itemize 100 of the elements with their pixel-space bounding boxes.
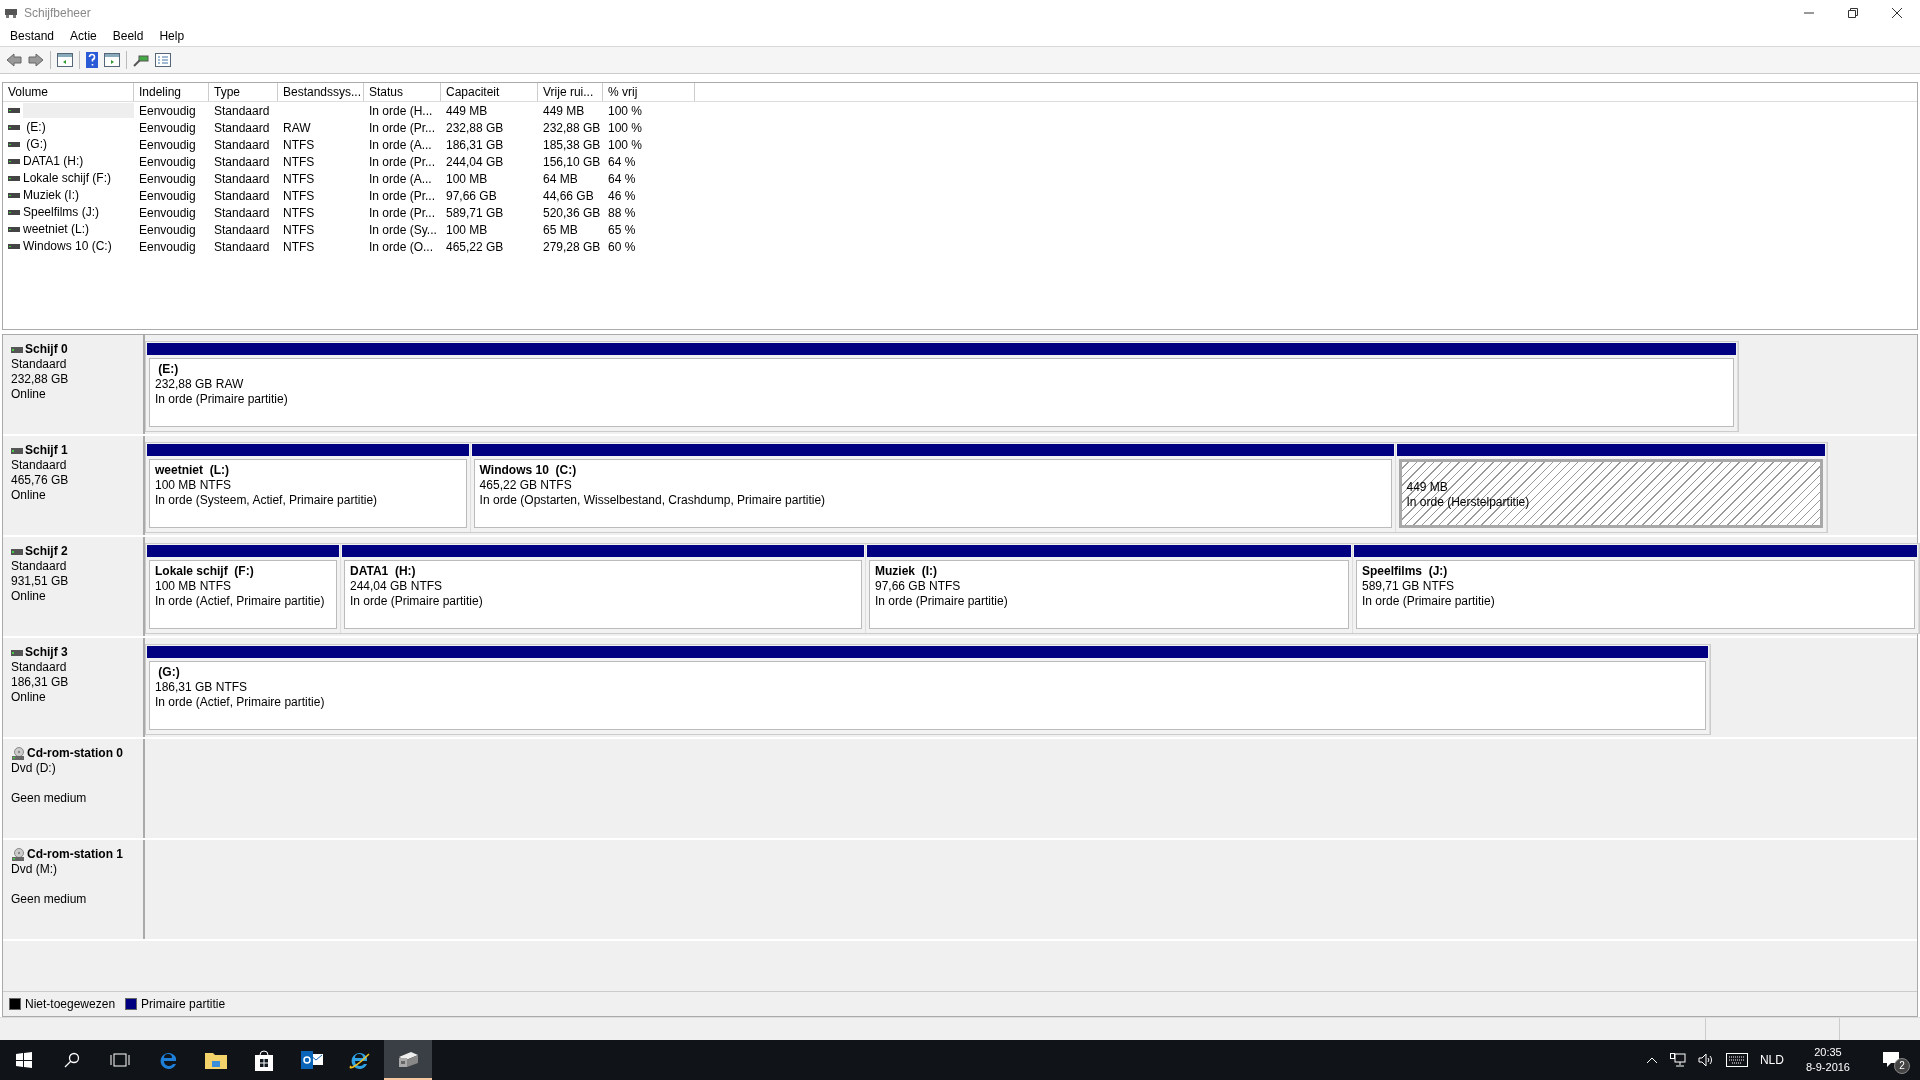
column-header[interactable]: Type	[209, 83, 278, 101]
column-header[interactable]: % vrij	[603, 83, 695, 101]
partition-size: 589,71 GB NTFS	[1362, 579, 1456, 594]
partition-block[interactable]: Speelfilms (J:) 589,71 GB NTFS In orde (Primaire partitie)	[1353, 544, 1919, 633]
disk-info: 232,88 GB	[11, 372, 70, 387]
partition-size: 97,66 GB NTFS	[875, 579, 962, 594]
help-icon[interactable]	[86, 52, 98, 68]
browser-e-icon[interactable]	[158, 1050, 178, 1070]
table-cell: NTFS	[283, 239, 315, 254]
partition-block[interactable]: (E:) 232,88 GB RAW In orde (Primaire partitie)	[146, 342, 1738, 431]
search-icon[interactable]	[64, 1052, 80, 1068]
disk-label-panel[interactable]: Schijf 0 Standaard 232,88 GB Online	[3, 335, 144, 434]
partition-status: In orde (Primaire partitie)	[350, 594, 484, 609]
drive-icon	[8, 159, 20, 164]
forward-arrow-icon[interactable]	[28, 53, 44, 67]
partition-block[interactable]: (G:) 186,31 GB NTFS In orde (Actief, Primaire partitie)	[146, 645, 1710, 734]
partition-name: Speelfilms (J:)	[1362, 564, 1449, 579]
partition-size: 465,22 GB NTFS	[479, 478, 573, 493]
partition-block[interactable]: weetniet (L:) 100 MB NTFS In orde (Systeem, Actief, Primaire partitie)	[146, 443, 471, 532]
volume-name[interactable]: Lokale schijf (F:)	[23, 171, 134, 186]
table-cell: Standaard	[214, 222, 270, 237]
disk-label-panel[interactable]: Cd-rom-station 0 Dvd (D:) Geen medium	[3, 739, 144, 838]
back-arrow-icon[interactable]	[6, 53, 22, 67]
partition-name: Lokale schijf (F:)	[155, 564, 255, 579]
table-cell: In orde (Pr...	[369, 188, 436, 203]
disk-info: Standaard	[11, 357, 68, 372]
table-cell: Eenvoudig	[139, 137, 196, 152]
volume-name[interactable]: Muziek (I:)	[23, 188, 134, 203]
volume-name[interactable]: weetniet (L:)	[23, 222, 134, 237]
menu-item[interactable]: Help	[151, 29, 193, 43]
menu-item[interactable]: Actie	[62, 29, 105, 43]
windows-logo-icon[interactable]	[16, 1052, 32, 1068]
shopping-bag-icon[interactable]	[254, 1049, 274, 1071]
close-icon[interactable]	[1892, 8, 1902, 18]
panel-icon[interactable]	[104, 53, 120, 67]
disk-name: Schijf 0	[25, 342, 68, 357]
notification-icon[interactable]	[1882, 1051, 1900, 1069]
partition-block[interactable]: DATA1 (H:) 244,04 GB NTFS In orde (Primaire partitie)	[341, 544, 866, 633]
partition-status: In orde (Herstelpartitie)	[1406, 495, 1531, 510]
table-cell: 449 MB	[446, 103, 488, 118]
browser-e-icon[interactable]	[349, 1050, 371, 1070]
checklist-icon[interactable]	[155, 53, 171, 67]
menu-item[interactable]: Bestand	[2, 29, 63, 43]
table-cell: In orde (Sy...	[369, 222, 437, 237]
restore-icon[interactable]	[1848, 8, 1858, 18]
column-header[interactable]: Vrije rui...	[538, 83, 603, 101]
disk-drive-icon[interactable]	[397, 1050, 419, 1068]
task-view-icon[interactable]	[110, 1053, 130, 1067]
disk-label-panel[interactable]: Cd-rom-station 1 Dvd (M:) Geen medium	[3, 840, 144, 939]
table-cell: 244,04 GB	[446, 154, 504, 169]
partition-size: 449 MB	[1406, 480, 1449, 495]
media-status: Geen medium	[11, 791, 88, 806]
disk-label-panel[interactable]: Schijf 3 Standaard 186,31 GB Online	[3, 638, 144, 737]
keyboard-icon[interactable]	[1725, 1053, 1748, 1067]
clock[interactable]: 20:35 8-9-2016	[1805, 1045, 1850, 1075]
table-cell: 100 %	[608, 103, 643, 118]
drive-icon	[8, 142, 20, 147]
language-indicator[interactable]: NLD	[1759, 1053, 1784, 1067]
panel-icon[interactable]	[57, 53, 73, 67]
drive-icon	[8, 227, 20, 232]
volume-name[interactable]: (G:)	[23, 137, 134, 152]
folder-icon[interactable]	[205, 1051, 227, 1069]
table-cell: Standaard	[214, 239, 270, 254]
disk-icon	[4, 7, 18, 19]
menu-item[interactable]: Beeld	[104, 29, 152, 43]
partition-status: In orde (Systeem, Actief, Primaire partitie)	[155, 493, 379, 508]
window-title: Schijfbeheer	[24, 6, 91, 20]
volume-name[interactable]: DATA1 (H:)	[23, 154, 134, 169]
disk-label-panel[interactable]: Schijf 2 Standaard 931,51 GB Online	[3, 537, 144, 636]
table-cell: 46 %	[608, 188, 636, 203]
mail-icon[interactable]	[301, 1050, 323, 1070]
notification-count: 2	[1894, 1058, 1910, 1074]
column-header[interactable]: Volume	[3, 83, 134, 101]
disk-label-panel[interactable]: Schijf 1 Standaard 465,76 GB Online	[3, 436, 144, 535]
table-cell: 64 %	[608, 154, 636, 169]
partition-block[interactable]: Lokale schijf (F:) 100 MB NTFS In orde (Actief, Primaire partitie)	[146, 544, 341, 633]
partition-status: In orde (Actief, Primaire partitie)	[155, 594, 326, 609]
partition-block[interactable]: Muziek (I:) 97,66 GB NTFS In orde (Primaire partitie)	[866, 544, 1353, 633]
chevron-up-icon[interactable]	[1645, 1056, 1658, 1064]
table-cell: NTFS	[283, 171, 315, 186]
partition-block[interactable]: Windows 10 (C:) 465,22 GB NTFS In orde (Opstarten, Wisselbestand, Crashdump, Primaire partitie)	[470, 443, 1396, 532]
table-cell: Eenvoudig	[139, 171, 196, 186]
table-cell: Eenvoudig	[139, 120, 196, 135]
partition-status: In orde (Actief, Primaire partitie)	[155, 695, 326, 710]
partition-status: In orde (Primaire partitie)	[875, 594, 1009, 609]
connect-icon[interactable]	[133, 53, 149, 67]
volume-name[interactable]: (E:)	[23, 120, 134, 135]
table-cell: Eenvoudig	[139, 154, 196, 169]
speaker-icon[interactable]	[1697, 1053, 1714, 1067]
column-header[interactable]: Indeling	[134, 83, 209, 101]
column-header[interactable]: Capaciteit	[441, 83, 538, 101]
table-cell: 65 %	[608, 222, 636, 237]
column-header[interactable]: Bestandssys...	[278, 83, 364, 101]
partition-block[interactable]: 449 MB In orde (Herstelpartitie)	[1395, 443, 1827, 532]
legend-label: Primaire partitie	[141, 997, 226, 1011]
network-icon[interactable]	[1669, 1053, 1686, 1067]
volume-name[interactable]: Speelfilms (J:)	[23, 205, 134, 220]
column-header[interactable]: Status	[364, 83, 441, 101]
table-cell: Eenvoudig	[139, 188, 196, 203]
volume-name[interactable]: Windows 10 (C:)	[23, 239, 134, 254]
